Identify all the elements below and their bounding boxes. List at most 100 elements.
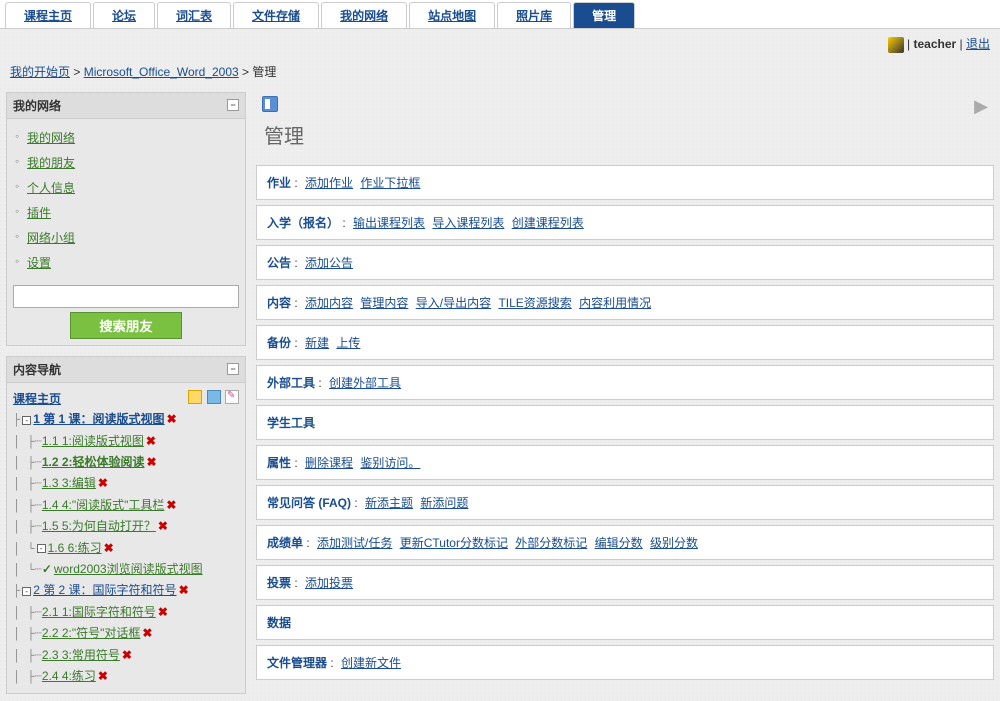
mgmt-link[interactable]: 添加投票 — [305, 576, 353, 590]
mgmt-row: 内容 : 添加内容 管理内容 导入/导出内容 TILE资源搜索 内容利用情况 — [256, 285, 994, 320]
mgmt-link[interactable]: 新添问题 — [420, 496, 468, 510]
mgmt-link[interactable]: 级别分数 — [650, 536, 698, 550]
network-link[interactable]: 网络小组 — [27, 231, 75, 245]
page-title: 管理 — [264, 120, 986, 149]
tab-2[interactable]: 词汇表 — [157, 2, 231, 28]
tree-row: │ └┈✓word2003浏览阅读版式视图 — [13, 559, 239, 580]
mgmt-link[interactable]: 新建 — [305, 336, 329, 350]
delete-x-icon[interactable]: ✖ — [146, 434, 156, 448]
network-link[interactable]: 设置 — [27, 256, 51, 270]
tree-link[interactable]: word2003浏览阅读版式视图 — [54, 562, 203, 576]
mgmt-link[interactable]: 创建外部工具 — [329, 376, 401, 390]
mgmt-link[interactable]: 删除课程 — [305, 456, 353, 470]
collapse-icon[interactable]: − — [227, 363, 239, 375]
tree-row: │ ├┈2.1 1:国际字符和符号✖ — [13, 602, 239, 623]
tree-expand-icon[interactable]: - — [22, 416, 31, 425]
delete-x-icon[interactable]: ✖ — [179, 583, 189, 597]
network-link[interactable]: 个人信息 — [27, 181, 75, 195]
mgmt-link[interactable]: 外部分数标记 — [515, 536, 587, 550]
delete-x-icon[interactable]: ✖ — [147, 455, 157, 469]
mgmt-link[interactable]: 新添主题 — [365, 496, 413, 510]
delete-x-icon[interactable]: ✖ — [98, 476, 108, 490]
mgmt-category: 数据 — [267, 616, 291, 630]
tab-4[interactable]: 我的网络 — [321, 2, 407, 28]
tree-row: │ ├┈2.3 3:常用符号✖ — [13, 645, 239, 666]
tree-link[interactable]: 1.4 4:"阅读版式"工具栏 — [42, 498, 165, 512]
mgmt-link[interactable]: 管理内容 — [360, 296, 408, 310]
mgmt-category: 常见问答 (FAQ) — [267, 496, 351, 510]
tree-link[interactable]: 1.6 6:练习 — [48, 541, 102, 555]
tab-6[interactable]: 照片库 — [497, 2, 571, 28]
mgmt-link[interactable]: 添加测试/任务 — [317, 536, 392, 550]
next-arrow-icon[interactable]: ▶ — [974, 96, 988, 117]
tree-link[interactable]: 2.1 1:国际字符和符号 — [42, 605, 156, 619]
mgmt-row: 作业 : 添加作业 作业下拉框 — [256, 165, 994, 200]
mgmt-link[interactable]: 添加公告 — [305, 256, 353, 270]
tree-row: │ ├┈1.4 4:"阅读版式"工具栏✖ — [13, 495, 239, 516]
tree-link[interactable]: 1.2 2:轻松体验阅读 — [42, 455, 145, 469]
mgmt-link[interactable]: 创建新文件 — [341, 656, 401, 670]
tab-3[interactable]: 文件存储 — [233, 2, 319, 28]
mgmt-link[interactable]: 添加内容 — [305, 296, 353, 310]
tree-home[interactable]: 课程主页 — [13, 392, 61, 406]
mgmt-category: 备份 — [267, 336, 291, 350]
delete-x-icon[interactable]: ✖ — [158, 519, 168, 533]
network-link[interactable]: 插件 — [27, 206, 51, 220]
tree-link[interactable]: 1.3 3:编辑 — [42, 476, 96, 490]
breadcrumb-home[interactable]: 我的开始页 — [10, 65, 70, 79]
delete-x-icon[interactable]: ✖ — [98, 669, 108, 683]
folder-icon[interactable] — [188, 390, 202, 404]
page-icon[interactable] — [207, 390, 221, 404]
tree-link[interactable]: 1 第 1 课：阅读版式视图 — [33, 412, 164, 426]
network-link[interactable]: 我的网络 — [27, 131, 75, 145]
tree-link[interactable]: 2.4 4:练习 — [42, 669, 96, 683]
mgmt-link[interactable]: 作业下拉框 — [360, 176, 420, 190]
network-link[interactable]: 我的朋友 — [27, 156, 75, 170]
delete-x-icon[interactable]: ✖ — [158, 605, 168, 619]
mgmt-category: 投票 — [267, 576, 291, 590]
content-nav-panel: 内容导航 − 课程主页 ├-1 第 1 课：阅读版式视图✖│ ├┈1.1 1:阅… — [6, 356, 246, 694]
mgmt-link[interactable]: 编辑分数 — [595, 536, 643, 550]
mgmt-link[interactable]: 更新CTutor分数标记 — [400, 536, 508, 550]
mgmt-link[interactable]: 添加作业 — [305, 176, 353, 190]
mgmt-link[interactable]: 上传 — [336, 336, 360, 350]
tab-5[interactable]: 站点地图 — [409, 2, 495, 28]
delete-x-icon[interactable]: ✖ — [167, 412, 177, 426]
mgmt-link[interactable]: 输出课程列表 — [353, 216, 425, 230]
edit-icon[interactable] — [888, 37, 904, 53]
tree-row: │ ├┈2.2 2:"符号"对话框✖ — [13, 623, 239, 644]
network-item: 个人信息 — [13, 175, 239, 200]
pencil-icon[interactable] — [225, 390, 239, 404]
tree-link[interactable]: 2 第 2 课：国际字符和符号 — [33, 583, 176, 597]
tree-expand-icon[interactable]: - — [37, 544, 46, 553]
mgmt-link[interactable]: 鉴别访问。 — [360, 456, 420, 470]
tree-link[interactable]: 2.2 2:"符号"对话框 — [42, 626, 141, 640]
mgmt-link[interactable]: TILE资源搜索 — [498, 296, 571, 310]
mgmt-category: 内容 — [267, 296, 291, 310]
network-item: 插件 — [13, 200, 239, 225]
network-item: 我的朋友 — [13, 150, 239, 175]
tree-link[interactable]: 1.5 5:为何自动打开？ — [42, 519, 156, 533]
tree-row: │ ├┈1.5 5:为何自动打开？✖ — [13, 516, 239, 537]
breadcrumb-course[interactable]: Microsoft_Office_Word_2003 — [84, 65, 239, 79]
mgmt-link[interactable]: 导入/导出内容 — [416, 296, 491, 310]
tree-link[interactable]: 1.1 1:阅读版式视图 — [42, 434, 144, 448]
delete-x-icon[interactable]: ✖ — [104, 541, 114, 555]
mgmt-link[interactable]: 导入课程列表 — [432, 216, 504, 230]
mgmt-link[interactable]: 内容利用情况 — [579, 296, 651, 310]
management-list: 作业 : 添加作业 作业下拉框入学（报名） : 输出课程列表 导入课程列表 创建… — [256, 165, 994, 680]
logout-link[interactable]: 退出 — [966, 37, 990, 51]
friend-search-button[interactable]: 搜索朋友 — [70, 312, 181, 339]
tab-1[interactable]: 论坛 — [93, 2, 155, 28]
tree-link[interactable]: 2.3 3:常用符号 — [42, 648, 120, 662]
friend-search-input[interactable] — [13, 285, 239, 308]
collapse-icon[interactable]: − — [227, 99, 239, 111]
content-tree: 课程主页 ├-1 第 1 课：阅读版式视图✖│ ├┈1.1 1:阅读版式视图✖│… — [13, 389, 239, 687]
tab-7[interactable]: 管理 — [573, 2, 635, 28]
delete-x-icon[interactable]: ✖ — [122, 648, 132, 662]
delete-x-icon[interactable]: ✖ — [142, 626, 152, 640]
delete-x-icon[interactable]: ✖ — [166, 498, 176, 512]
tree-expand-icon[interactable]: - — [22, 587, 31, 596]
mgmt-link[interactable]: 创建课程列表 — [512, 216, 584, 230]
tab-0[interactable]: 课程主页 — [5, 2, 91, 28]
